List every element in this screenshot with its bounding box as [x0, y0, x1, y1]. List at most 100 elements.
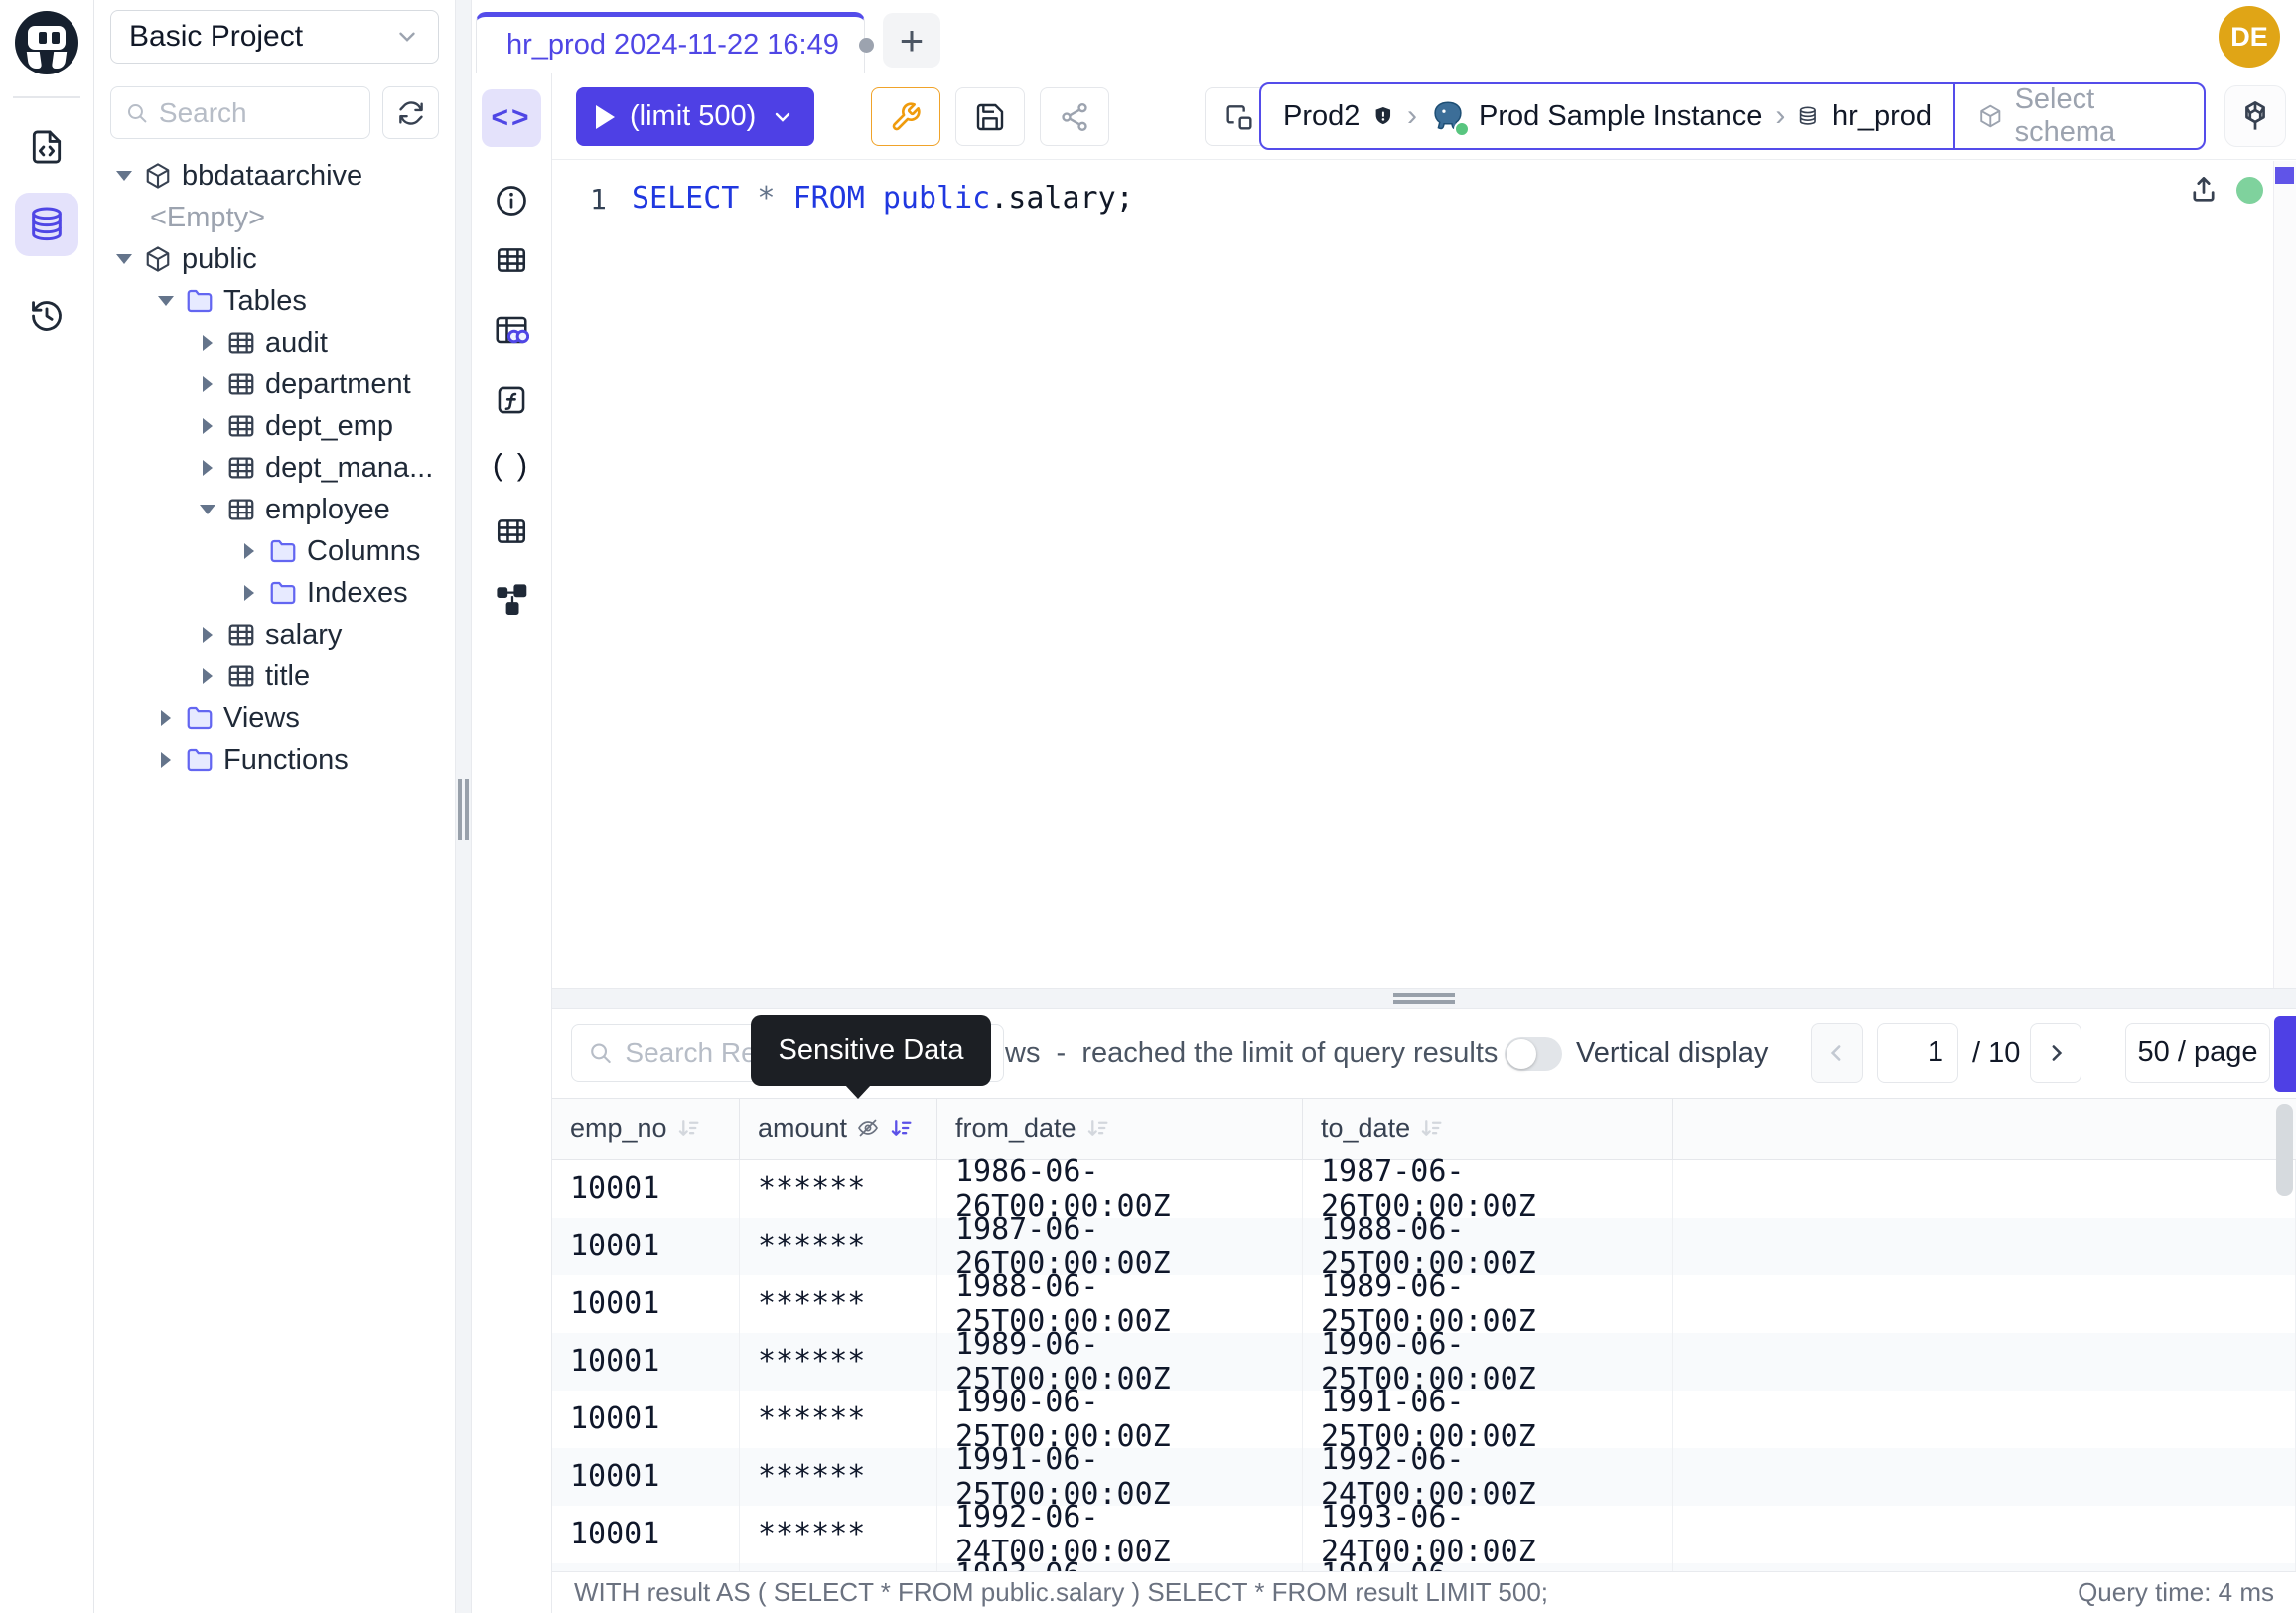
- external-tables-panel-icon[interactable]: [482, 503, 541, 560]
- cell-amount-masked[interactable]: ******: [740, 1391, 937, 1448]
- info-icon[interactable]: [482, 172, 541, 229]
- cell-emp_no[interactable]: 10001: [552, 1506, 740, 1563]
- user-avatar[interactable]: DE: [2219, 6, 2280, 68]
- sidebar-search-input[interactable]: [159, 97, 356, 129]
- cell-from_date[interactable]: 1991-06-25T00:00:00Z: [937, 1448, 1303, 1506]
- cell-from_date[interactable]: 1993-06-24T00:00:00Z: [937, 1563, 1303, 1571]
- upload-icon[interactable]: [2187, 172, 2221, 206]
- cell-emp_no[interactable]: 10001: [552, 1333, 740, 1391]
- page-size-select[interactable]: 50 / page: [2125, 1023, 2270, 1083]
- cell-emp_no[interactable]: 10001: [552, 1448, 740, 1506]
- cell-from_date[interactable]: 1990-06-25T00:00:00Z: [937, 1391, 1303, 1448]
- schema-diagram-icon[interactable]: [482, 570, 541, 628]
- chevron-collapsed-icon[interactable]: [156, 752, 176, 768]
- run-query-button[interactable]: (limit 500): [576, 87, 814, 146]
- chevron-collapsed-icon[interactable]: [198, 460, 217, 476]
- sort-icon[interactable]: [1419, 1116, 1444, 1141]
- worksheet-icon[interactable]: [15, 115, 78, 179]
- sort-icon[interactable]: [1085, 1116, 1110, 1141]
- cell-emp_no[interactable]: 10001: [552, 1275, 740, 1333]
- cell-from_date[interactable]: 1986-06-26T00:00:00Z: [937, 1160, 1303, 1218]
- tree-item-tables[interactable]: Tables: [94, 280, 455, 322]
- cell-to_date[interactable]: 1994-06-24T00:00:00Z: [1303, 1563, 1673, 1571]
- cell-from_date[interactable]: 1989-06-25T00:00:00Z: [937, 1333, 1303, 1391]
- chevron-collapsed-icon[interactable]: [198, 335, 217, 351]
- chevron-collapsed-icon[interactable]: [198, 418, 217, 434]
- table-row[interactable]: 10001 ****** 1990-06-25T00:00:00Z 1991-0…: [552, 1391, 2296, 1448]
- table-row[interactable]: 10001 ****** 1988-06-25T00:00:00Z 1989-0…: [552, 1275, 2296, 1333]
- prev-page-button[interactable]: [1811, 1023, 1863, 1083]
- active-worksheet-tab[interactable]: hr_prod 2024-11-22 16:49: [476, 12, 865, 73]
- tree-item-dept_manager[interactable]: dept_mana...: [94, 447, 455, 489]
- chevron-collapsed-icon[interactable]: [198, 376, 217, 392]
- panel-resize-handle[interactable]: [552, 988, 2296, 1009]
- table-row[interactable]: 10001 ****** 1986-06-26T00:00:00Z 1987-0…: [552, 1160, 2296, 1218]
- chevron-expanded-icon[interactable]: [156, 296, 176, 306]
- cell-amount-masked[interactable]: ******: [740, 1218, 937, 1275]
- tree-item-views[interactable]: Views: [94, 697, 455, 739]
- functions-panel-icon[interactable]: [482, 371, 541, 429]
- sql-editor-tab-icon[interactable]: <>: [482, 89, 541, 147]
- chevron-expanded-icon[interactable]: [198, 505, 217, 514]
- tree-item-functions[interactable]: Functions: [94, 739, 455, 781]
- refresh-button[interactable]: [382, 86, 439, 139]
- cell-from_date[interactable]: 1992-06-24T00:00:00Z: [937, 1506, 1303, 1563]
- tree-item-salary[interactable]: salary: [94, 614, 455, 656]
- cell-amount-masked[interactable]: ******: [740, 1506, 937, 1563]
- tree-item-department[interactable]: department: [94, 364, 455, 405]
- project-selector[interactable]: Basic Project: [110, 10, 439, 64]
- cell-to_date[interactable]: 1991-06-25T00:00:00Z: [1303, 1391, 1673, 1448]
- cell-to_date[interactable]: 1988-06-25T00:00:00Z: [1303, 1218, 1673, 1275]
- page-number-input[interactable]: [1877, 1023, 1958, 1083]
- export-button-edge[interactable]: [2274, 1016, 2296, 1092]
- next-page-button[interactable]: [2030, 1023, 2081, 1083]
- sql-editor[interactable]: 1 SELECT * FROM public.salary;: [552, 161, 2296, 988]
- chevron-collapsed-icon[interactable]: [198, 668, 217, 684]
- chevron-expanded-icon[interactable]: [114, 171, 134, 181]
- save-button[interactable]: [955, 87, 1025, 146]
- select-schema-button[interactable]: Select schema: [1953, 84, 2204, 148]
- sidebar-resize-handle[interactable]: [455, 0, 472, 1613]
- connection-path[interactable]: Prod2 › Prod Sample Instance › hr_prod: [1261, 84, 1953, 148]
- column-header-emp_no[interactable]: emp_no: [552, 1099, 740, 1159]
- column-header-to_date[interactable]: to_date: [1303, 1099, 1673, 1159]
- cell-to_date[interactable]: 1987-06-26T00:00:00Z: [1303, 1160, 1673, 1218]
- table-row[interactable]: 10001 ****** 1989-06-25T00:00:00Z 1990-0…: [552, 1333, 2296, 1391]
- tree-item-columns[interactable]: Columns: [94, 530, 455, 572]
- tree-item-title[interactable]: title: [94, 656, 455, 697]
- table-row[interactable]: 10001 ****** 1987-06-26T00:00:00Z 1988-0…: [552, 1218, 2296, 1275]
- tree-item-employee[interactable]: employee: [94, 489, 455, 530]
- bytebase-logo-icon[interactable]: [15, 11, 78, 74]
- table-detail-search-icon[interactable]: [482, 301, 541, 359]
- chevron-down-icon[interactable]: [771, 105, 794, 129]
- sql-code-line[interactable]: SELECT * FROM public.salary;: [632, 181, 1134, 216]
- cell-to_date[interactable]: 1992-06-24T00:00:00Z: [1303, 1448, 1673, 1506]
- chevron-collapsed-icon[interactable]: [239, 585, 259, 601]
- cell-amount-masked[interactable]: ******: [740, 1448, 937, 1506]
- tree-item-bbdataarchive[interactable]: bbdataarchive: [94, 155, 455, 197]
- tree-item-public[interactable]: public: [94, 238, 455, 280]
- table-row[interactable]: 10001 ****** 1991-06-25T00:00:00Z 1992-0…: [552, 1448, 2296, 1506]
- tree-item-audit[interactable]: audit: [94, 322, 455, 364]
- cell-emp_no[interactable]: 10001: [552, 1218, 740, 1275]
- vertical-display-toggle[interactable]: [1505, 1037, 1562, 1071]
- cell-from_date[interactable]: 1988-06-25T00:00:00Z: [937, 1275, 1303, 1333]
- cell-amount-masked[interactable]: ******: [740, 1563, 937, 1571]
- cell-from_date[interactable]: 1987-06-26T00:00:00Z: [937, 1218, 1303, 1275]
- tree-item-dept_emp[interactable]: dept_emp: [94, 405, 455, 447]
- cell-emp_no[interactable]: 10001: [552, 1391, 740, 1448]
- cell-emp_no[interactable]: 10001: [552, 1160, 740, 1218]
- tables-panel-icon[interactable]: [482, 231, 541, 289]
- table-row-clipped[interactable]: 10001 ****** 1993-06-24T00:00:00Z 1994-0…: [552, 1563, 2296, 1571]
- cell-to_date[interactable]: 1990-06-25T00:00:00Z: [1303, 1333, 1673, 1391]
- database-icon[interactable]: [15, 193, 78, 256]
- sort-icon[interactable]: [676, 1116, 701, 1141]
- share-button[interactable]: [1040, 87, 1109, 146]
- chevron-collapsed-icon[interactable]: [198, 627, 217, 643]
- cell-emp_no[interactable]: 10001: [552, 1563, 740, 1571]
- table-row[interactable]: 10001 ****** 1992-06-24T00:00:00Z 1993-0…: [552, 1506, 2296, 1563]
- chevron-collapsed-icon[interactable]: [239, 543, 259, 559]
- chevron-collapsed-icon[interactable]: [156, 710, 176, 726]
- history-icon[interactable]: [15, 284, 78, 348]
- cell-amount-masked[interactable]: ******: [740, 1333, 937, 1391]
